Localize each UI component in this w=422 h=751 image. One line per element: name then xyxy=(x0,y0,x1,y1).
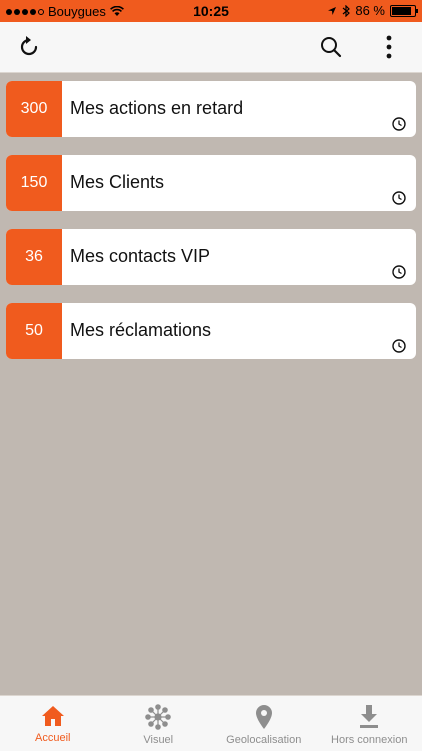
count-badge: 36 xyxy=(6,229,62,285)
tab-label: Visuel xyxy=(143,734,173,746)
search-icon xyxy=(320,36,342,58)
download-icon xyxy=(358,704,380,730)
tab-hors-connexion[interactable]: Hors connexion xyxy=(317,696,422,751)
refresh-button[interactable] xyxy=(14,32,44,62)
clock-icon xyxy=(392,265,406,279)
tab-label: Hors connexion xyxy=(331,734,407,746)
more-vertical-icon xyxy=(385,35,393,59)
count-badge: 300 xyxy=(6,81,62,137)
home-icon xyxy=(40,704,66,728)
list-item-label: Mes réclamations xyxy=(70,320,211,341)
tab-visuel[interactable]: Visuel xyxy=(106,696,212,751)
more-menu-button[interactable] xyxy=(374,32,404,62)
clock-icon xyxy=(392,117,406,131)
list-item-clients[interactable]: 150 Mes Clients xyxy=(6,155,416,211)
status-bar: Bouygues 10:25 86 % xyxy=(0,0,422,22)
list-item-label: Mes actions en retard xyxy=(70,98,243,119)
count-badge: 150 xyxy=(6,155,62,211)
status-right: 86 % xyxy=(327,3,416,18)
location-arrow-icon xyxy=(327,6,337,16)
battery-percent: 86 % xyxy=(355,3,385,18)
bottom-tab-bar: Accueil Visuel Geolocalisation xyxy=(0,695,422,751)
clock-icon xyxy=(392,339,406,353)
search-button[interactable] xyxy=(316,32,346,62)
tab-label: Geolocalisation xyxy=(226,734,301,746)
battery-icon xyxy=(390,5,416,17)
network-icon xyxy=(144,704,172,730)
top-toolbar xyxy=(0,22,422,73)
tab-accueil[interactable]: Accueil xyxy=(0,696,106,751)
bluetooth-icon xyxy=(342,5,350,17)
tab-label: Accueil xyxy=(35,732,70,744)
dashboard-list: 300 Mes actions en retard 150 Mes Client… xyxy=(6,81,416,377)
tab-geolocalisation[interactable]: Geolocalisation xyxy=(211,696,317,751)
list-item-contacts-vip[interactable]: 36 Mes contacts VIP xyxy=(6,229,416,285)
list-item-actions-en-retard[interactable]: 300 Mes actions en retard xyxy=(6,81,416,137)
count-badge: 50 xyxy=(6,303,62,359)
list-item-label: Mes contacts VIP xyxy=(70,246,210,267)
list-item-reclamations[interactable]: 50 Mes réclamations xyxy=(6,303,416,359)
list-item-label: Mes Clients xyxy=(70,172,164,193)
location-pin-icon xyxy=(254,704,274,730)
clock-icon xyxy=(392,191,406,205)
refresh-icon xyxy=(17,35,41,59)
